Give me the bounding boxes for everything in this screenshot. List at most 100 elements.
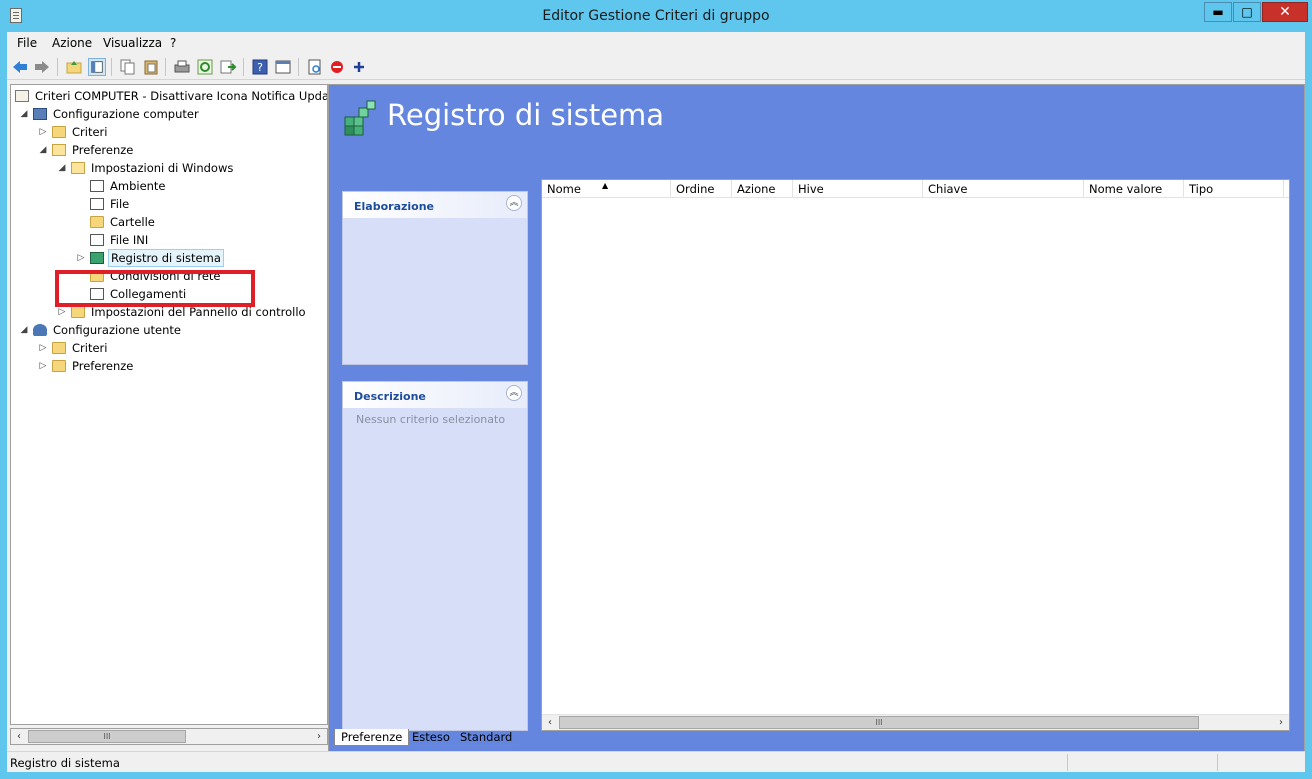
folder-icon [52,360,66,372]
tab-preferenze[interactable]: Preferenze [334,729,410,746]
tree-item-label: Preferenze [72,143,134,157]
toolbar-separator [165,58,166,76]
copy-icon[interactable] [119,58,137,76]
tab-esteso[interactable]: Esteso [406,729,456,746]
tree-item-label: Registro di sistema [108,249,224,267]
title-bar: Editor Gestione Criteri di gruppo ▬ □ ✕ [0,0,1312,32]
menu-bar: File Azione Visualizza ? [7,32,1305,54]
scroll-left-icon[interactable]: ‹ [542,715,558,730]
svg-text:?: ? [257,61,263,74]
status-bar: Registro di sistema [7,751,1305,772]
scroll-left-icon[interactable]: ‹ [11,729,27,744]
tree-item-label: Criteri [72,341,108,355]
menu-help[interactable]: ? [170,36,176,50]
registry-icon [90,252,104,264]
maximize-button[interactable]: □ [1233,2,1261,22]
column-header-tipo[interactable]: Tipo [1184,180,1284,198]
details-icon[interactable] [306,58,324,76]
collapsed-icon[interactable]: ▷ [76,249,86,267]
expanded-icon[interactable]: ◢ [57,159,67,177]
expanded-icon[interactable]: ◢ [19,105,29,123]
tree-horizontal-scrollbar[interactable]: ‹ III › [10,728,328,745]
refresh-icon[interactable] [196,58,214,76]
folder-icon [90,216,104,228]
column-header-nome-valore[interactable]: Nome valore [1084,180,1184,198]
toolbar: ? [7,54,1305,80]
tree-item-label: Configurazione utente [53,323,181,337]
menu-visualizza[interactable]: Visualizza [103,36,162,50]
scroll-thumb[interactable]: III [559,716,1199,729]
tree-item-label: Ambiente [110,179,166,193]
paste-icon[interactable] [142,58,160,76]
view-tabs: Preferenze Esteso Standard [328,729,728,747]
red-highlight-box [55,270,255,307]
toolbar-separator [298,58,299,76]
show-tree-icon[interactable] [88,58,106,76]
tab-standard[interactable]: Standard [454,729,519,746]
close-button[interactable]: ✕ [1262,2,1308,22]
panel-title: Elaborazione [354,200,435,213]
print-icon[interactable] [173,58,191,76]
scroll-right-icon[interactable]: › [311,729,327,744]
column-header-hive[interactable]: Hive [793,180,923,198]
tree-item-label: Criteri COMPUTER - Disattivare Icona Not… [35,89,328,103]
column-header-azione[interactable]: Azione [732,180,793,198]
control-panel-icon [71,306,85,318]
registry-header-icon [344,100,376,136]
elaborazione-panel: Elaborazione ︽ [342,191,528,365]
tree-item-label: Preferenze [72,359,134,373]
computer-icon [33,108,47,120]
collapsed-icon[interactable]: ▷ [38,123,48,141]
scroll-right-icon[interactable]: › [1273,715,1289,730]
collapse-icon[interactable]: ︽ [506,385,522,401]
tree-pane: Criteri COMPUTER - Disattivare Icona Not… [10,84,328,725]
add-icon[interactable] [350,58,368,76]
app-window: Editor Gestione Criteri di gruppo ▬ □ ✕ … [0,0,1312,779]
toolbar-separator [57,58,58,76]
toolbar-separator [243,58,244,76]
policy-icon [15,90,29,102]
details-pane: Registro di sistema Elaborazione ︽ Descr… [328,84,1305,760]
disable-icon[interactable] [328,58,346,76]
properties-icon[interactable] [274,58,292,76]
registry-list[interactable]: Nome ▲ Ordine Azione Hive Chiave Nome val… [541,179,1290,731]
page-title: Registro di sistema [387,98,665,132]
tree-item-label: Configurazione computer [53,107,199,121]
user-icon [33,324,47,336]
expanded-icon[interactable]: ◢ [38,141,48,159]
tree-item-label: File [110,197,130,211]
window-title: Editor Gestione Criteri di gruppo [542,8,770,24]
list-header: Nome ▲ Ordine Azione Hive Chiave Nome val… [542,180,1289,198]
expanded-icon[interactable]: ◢ [19,321,29,339]
forward-icon[interactable] [33,58,51,76]
collapse-icon[interactable]: ︽ [506,195,522,211]
collapsed-icon[interactable]: ▷ [38,339,48,357]
column-header-nome[interactable]: Nome ▲ [542,180,671,198]
scroll-thumb[interactable]: III [28,730,186,743]
back-icon[interactable] [11,58,29,76]
menu-azione[interactable]: Azione [52,36,92,50]
column-header-chiave[interactable]: Chiave [923,180,1084,198]
description-text: Nessun criterio selezionato [356,413,506,426]
list-horizontal-scrollbar[interactable]: ‹ III › [542,714,1289,730]
column-header-ordine[interactable]: Ordine [671,180,732,198]
window-frame: File Azione Visualizza ? ? Criteri COMPU… [7,32,1305,772]
help-icon[interactable]: ? [251,58,269,76]
folder-open-icon [71,162,85,174]
menu-file[interactable]: File [17,36,37,50]
minimize-button[interactable]: ▬ [1204,2,1232,22]
ini-file-icon [90,234,104,246]
status-cell [1067,754,1068,771]
status-text: Registro di sistema [10,756,120,770]
folder-icon [52,126,66,138]
file-icon [90,198,104,210]
tree-item-label: Criteri [72,125,108,139]
collapsed-icon[interactable]: ▷ [38,357,48,375]
up-folder-icon[interactable] [65,58,83,76]
tree-item-label: Impostazioni di Windows [91,161,234,175]
export-icon[interactable] [219,58,237,76]
tree-item-label: Cartelle [110,215,155,229]
folder-icon [52,342,66,354]
column-header-dati[interactable]: D [1284,180,1289,198]
toolbar-separator [111,58,112,76]
